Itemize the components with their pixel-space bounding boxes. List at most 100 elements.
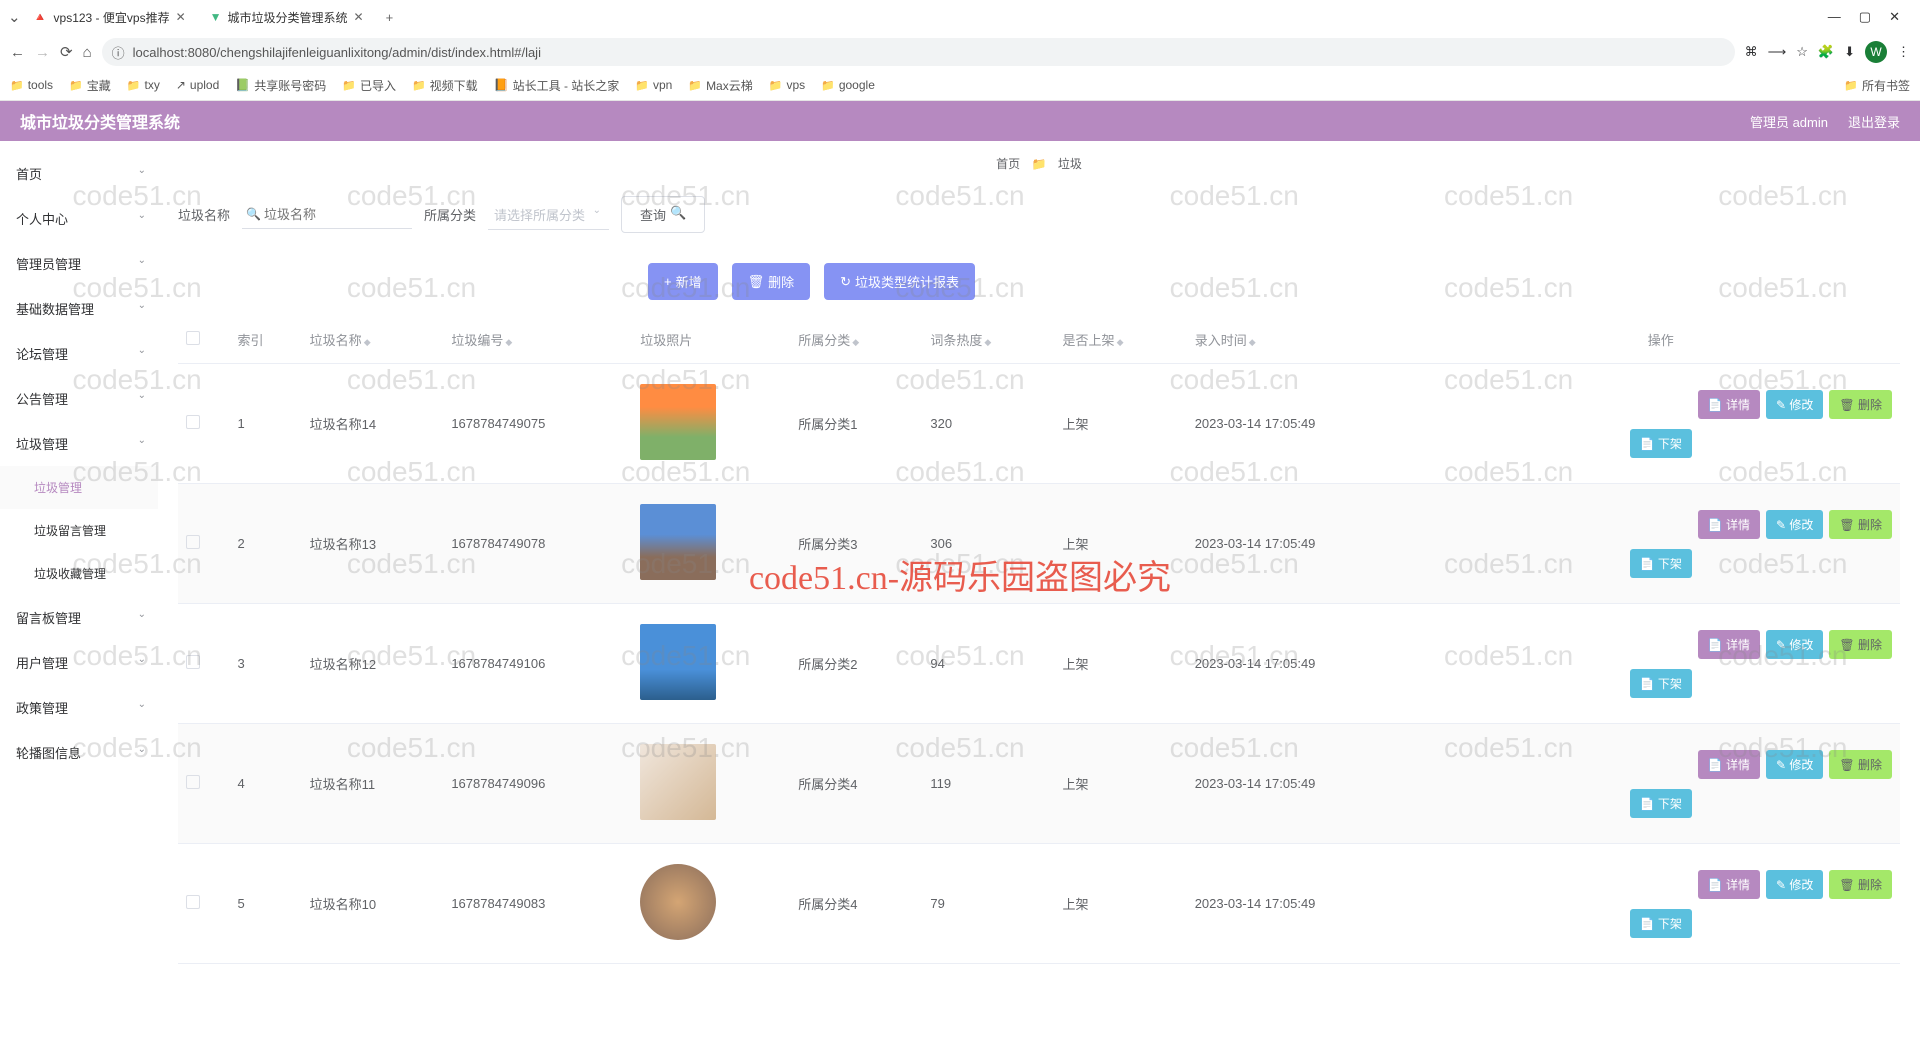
sidebar-item[interactable]: 留言板管理⌄	[0, 595, 158, 640]
search-button[interactable]: 查询 🔍	[621, 196, 705, 233]
sidebar-item[interactable]: 基础数据管理⌄	[0, 286, 158, 331]
row-checkbox[interactable]	[186, 415, 200, 429]
col-time[interactable]: 录入时间◆	[1187, 316, 1422, 364]
detail-button[interactable]: 📄 详情	[1698, 750, 1760, 779]
cell-category: 所属分类4	[790, 724, 922, 844]
download-icon[interactable]: ⬇	[1844, 44, 1855, 60]
edit-button[interactable]: ✎ 修改	[1766, 510, 1823, 539]
row-delete-button[interactable]: 🗑 删除	[1829, 390, 1892, 419]
extensions-icon[interactable]: 🧩	[1818, 44, 1834, 60]
bookmark-item[interactable]: google	[821, 78, 875, 92]
unshelf-button[interactable]: 📄 下架	[1630, 549, 1692, 578]
bookmark-item[interactable]: txy	[127, 78, 160, 92]
row-checkbox[interactable]	[186, 895, 200, 909]
key-icon[interactable]: ⌘	[1745, 44, 1758, 60]
sidebar-item[interactable]: 轮播图信息⌄	[0, 730, 158, 775]
sidebar-item[interactable]: 政策管理⌄	[0, 685, 158, 730]
new-tab-button[interactable]: +	[376, 10, 404, 25]
sidebar-item[interactable]: 首页⌄	[0, 151, 158, 196]
detail-button[interactable]: 📄 详情	[1698, 390, 1760, 419]
row-delete-button[interactable]: 🗑 删除	[1829, 870, 1892, 899]
unshelf-button[interactable]: 📄 下架	[1630, 909, 1692, 938]
star-icon[interactable]: ☆	[1796, 44, 1808, 60]
row-delete-button[interactable]: 🗑 删除	[1829, 510, 1892, 539]
sidebar-item[interactable]: 论坛管理⌄	[0, 331, 158, 376]
back-icon[interactable]: ←	[10, 44, 25, 61]
add-button[interactable]: +新增	[648, 263, 718, 300]
bookmark-item[interactable]: tools	[10, 78, 53, 92]
bookmark-item[interactable]: 视频下载	[412, 77, 478, 94]
report-button[interactable]: ↻垃圾类型统计报表	[824, 263, 975, 300]
bookmark-item[interactable]: 📙 站长工具 - 站长之家	[494, 77, 620, 94]
unshelf-button[interactable]: 📄 下架	[1630, 429, 1692, 458]
delete-button[interactable]: 🗑删除	[732, 263, 811, 300]
close-icon[interactable]: ✕	[354, 10, 364, 24]
cell-time: 2023-03-14 17:05:49	[1187, 364, 1422, 484]
unshelf-button[interactable]: 📄 下架	[1630, 669, 1692, 698]
thumbnail-image[interactable]	[640, 384, 716, 460]
row-delete-button[interactable]: 🗑 删除	[1829, 750, 1892, 779]
sidebar-item[interactable]: 个人中心⌄	[0, 196, 158, 241]
share-icon[interactable]: ⟶	[1768, 44, 1787, 60]
bookmark-item[interactable]: 已导入	[342, 77, 396, 94]
site-info-icon[interactable]: ⓘ	[112, 43, 125, 62]
sidebar-item[interactable]: 公告管理⌄	[0, 376, 158, 421]
thumbnail-image[interactable]	[640, 864, 716, 940]
col-heat[interactable]: 词条热度◆	[922, 316, 1054, 364]
col-name[interactable]: 垃圾名称◆	[302, 316, 444, 364]
thumbnail-image[interactable]	[640, 744, 716, 820]
bookmark-item[interactable]: vps	[769, 78, 805, 92]
edit-button[interactable]: ✎ 修改	[1766, 630, 1823, 659]
sidebar-item[interactable]: 垃圾管理	[0, 466, 158, 509]
sidebar-item[interactable]: 垃圾管理⌄	[0, 421, 158, 466]
url-bar[interactable]: ⓘ localhost:8080/chengshilajifenleiguanl…	[102, 38, 1735, 66]
bookmark-item[interactable]: 宝藏	[69, 77, 111, 94]
row-delete-button[interactable]: 🗑 删除	[1829, 630, 1892, 659]
edit-button[interactable]: ✎ 修改	[1766, 750, 1823, 779]
row-checkbox[interactable]	[186, 775, 200, 789]
row-checkbox[interactable]	[186, 535, 200, 549]
browser-tab-active[interactable]: ▼ 城市垃圾分类管理系统 ✕	[198, 2, 376, 32]
close-window-icon[interactable]: ✕	[1889, 9, 1900, 25]
menu-icon[interactable]: ⋮	[1897, 44, 1910, 60]
edit-button[interactable]: ✎ 修改	[1766, 870, 1823, 899]
maximize-icon[interactable]: ▢	[1859, 9, 1871, 25]
breadcrumb-home[interactable]: 首页	[996, 157, 1020, 171]
col-category[interactable]: 所属分类◆	[790, 316, 922, 364]
close-icon[interactable]: ✕	[176, 10, 186, 24]
reload-icon[interactable]: ⟳	[60, 43, 73, 61]
bookmark-item[interactable]: 📗 共享账号密码	[235, 77, 326, 94]
bookmark-item[interactable]: ↗ uplod	[176, 78, 219, 92]
sidebar-item[interactable]: 用户管理⌄	[0, 640, 158, 685]
minimize-icon[interactable]: —	[1828, 9, 1841, 25]
chevron-down-icon[interactable]: ⌄	[8, 8, 21, 26]
detail-button[interactable]: 📄 详情	[1698, 510, 1760, 539]
sidebar-item[interactable]: 垃圾留言管理	[0, 509, 158, 552]
all-bookmarks[interactable]: 所有书签	[1844, 77, 1910, 94]
col-status[interactable]: 是否上架◆	[1055, 316, 1187, 364]
sidebar-item[interactable]: 管理员管理⌄	[0, 241, 158, 286]
tab-title: vps123 - 便宜vps推荐	[54, 9, 170, 26]
checkbox-all[interactable]	[186, 331, 200, 345]
col-code[interactable]: 垃圾编号◆	[443, 316, 632, 364]
row-checkbox[interactable]	[186, 655, 200, 669]
sidebar-item[interactable]: 垃圾收藏管理	[0, 552, 158, 595]
thumbnail-image[interactable]	[640, 624, 716, 700]
category-select[interactable]: 请选择所属分类 ⌄	[488, 202, 609, 230]
cell-index: 3	[230, 604, 302, 724]
home-icon[interactable]: ⌂	[83, 44, 92, 61]
admin-label[interactable]: 管理员 admin	[1750, 112, 1828, 131]
forward-icon[interactable]: →	[35, 44, 50, 61]
name-input[interactable]	[242, 201, 412, 229]
bookmark-item[interactable]: Max云梯	[688, 77, 752, 94]
unshelf-button[interactable]: 📄 下架	[1630, 789, 1692, 818]
tab-bar: ⌄ 🔺 vps123 - 便宜vps推荐 ✕ ▼ 城市垃圾分类管理系统 ✕ + …	[0, 0, 1920, 34]
thumbnail-image[interactable]	[640, 504, 716, 580]
bookmark-item[interactable]: vpn	[635, 78, 672, 92]
detail-button[interactable]: 📄 详情	[1698, 870, 1760, 899]
logout-link[interactable]: 退出登录	[1848, 112, 1900, 131]
edit-button[interactable]: ✎ 修改	[1766, 390, 1823, 419]
profile-avatar[interactable]: W	[1865, 41, 1887, 63]
detail-button[interactable]: 📄 详情	[1698, 630, 1760, 659]
browser-tab[interactable]: 🔺 vps123 - 便宜vps推荐 ✕	[21, 2, 198, 32]
